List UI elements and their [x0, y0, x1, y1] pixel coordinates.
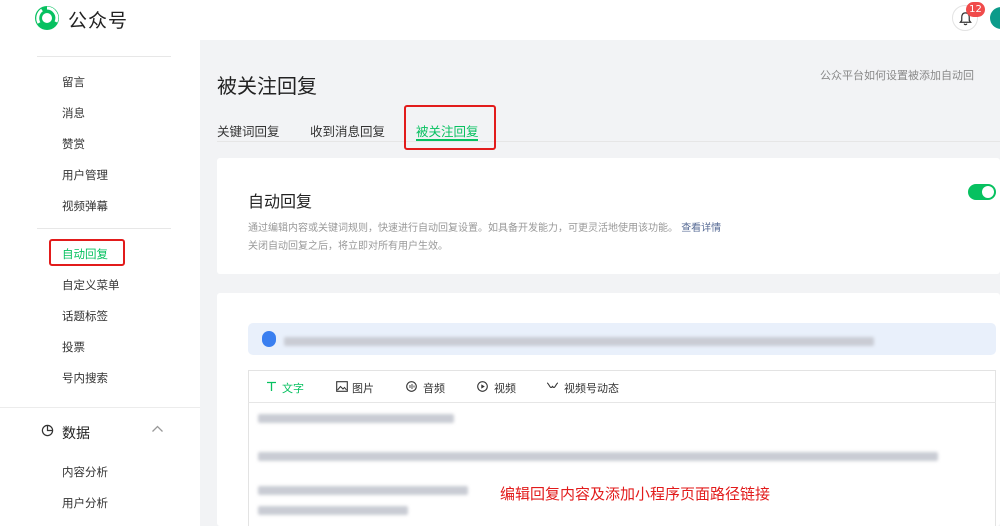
sidebar-item-in-account-search[interactable]: 号内搜索: [62, 370, 108, 386]
brand-name[interactable]: 公众号: [68, 6, 128, 33]
editor-tab-channels[interactable]: 视频号动态: [564, 380, 619, 396]
sidebar-item-voting[interactable]: 投票: [62, 339, 85, 355]
sidebar-divider: [37, 56, 171, 57]
highlight-box-auto-reply: [49, 239, 125, 266]
blurred-text: [258, 486, 468, 495]
sidebar-item-comments[interactable]: 留言: [62, 74, 85, 90]
video-icon: [477, 381, 488, 392]
auto-reply-toggle[interactable]: [968, 184, 996, 200]
auto-reply-title: 自动回复: [248, 192, 313, 211]
top-bar: 公众号 12: [0, 0, 1000, 40]
sidebar-item-messages[interactable]: 消息: [62, 105, 85, 121]
editor-tab-audio[interactable]: 音频: [423, 380, 445, 396]
sidebar-item-video-danmaku[interactable]: 视频弹幕: [62, 198, 108, 214]
auto-reply-description: 通过编辑内容或关键词规则，快速进行自动回复设置。如具备开发能力，可更灵活地使用该…: [248, 219, 721, 234]
sidebar-item-topic-tags[interactable]: 话题标签: [62, 308, 108, 324]
text-icon: [267, 381, 276, 391]
image-icon: [336, 381, 348, 392]
highlight-box-follow-reply: [404, 105, 496, 150]
avatar[interactable]: [990, 7, 1000, 29]
channels-icon: [546, 382, 559, 388]
blurred-text: [258, 452, 938, 461]
auto-reply-note: 关闭自动回复之后，将立即对所有用户生效。: [248, 241, 448, 252]
chevron-up-icon[interactable]: [151, 424, 164, 434]
view-details-link[interactable]: 查看详情: [681, 223, 721, 234]
data-chart-icon: [41, 424, 54, 437]
tabs-divider: [217, 141, 1000, 142]
wechat-mp-logo-icon[interactable]: [34, 5, 60, 31]
sidebar-section-divider: [0, 407, 200, 408]
sidebar-item-user-management[interactable]: 用户管理: [62, 167, 108, 183]
help-link[interactable]: 公众平台如何设置被添加自动回: [820, 67, 1000, 83]
editor-toolbar-divider: [248, 402, 996, 403]
sidebar-item-user-analysis[interactable]: 用户分析: [62, 495, 108, 511]
tab-keyword-reply[interactable]: 关键词回复: [217, 121, 280, 140]
page-title: 被关注回复: [217, 74, 317, 98]
editor-tab-video[interactable]: 视频: [494, 380, 516, 396]
notification-badge: 12: [966, 2, 985, 17]
sidebar-item-rewards[interactable]: 赞赏: [62, 136, 85, 152]
auto-reply-card: [217, 158, 1000, 274]
blurred-text: [284, 337, 874, 346]
tab-message-reply[interactable]: 收到消息回复: [310, 121, 385, 140]
sidebar-item-custom-menu[interactable]: 自定义菜单: [62, 277, 120, 293]
audio-icon: [406, 381, 417, 392]
blurred-text: [258, 506, 408, 515]
sidebar-item-content-analysis[interactable]: 内容分析: [62, 464, 108, 480]
sidebar-section-data[interactable]: 数据: [62, 423, 90, 443]
info-icon: [262, 331, 276, 347]
editor-tab-text[interactable]: 文字: [282, 380, 304, 396]
auto-reply-desc-text: 通过编辑内容或关键词规则，快速进行自动回复设置。如具备开发能力，可更灵活地使用该…: [248, 223, 678, 234]
editor-annotation: 编辑回复内容及添加小程序页面路径链接: [500, 485, 771, 503]
editor-tab-image[interactable]: 图片: [352, 380, 374, 396]
sidebar-divider: [37, 228, 171, 229]
blurred-text: [258, 414, 454, 423]
